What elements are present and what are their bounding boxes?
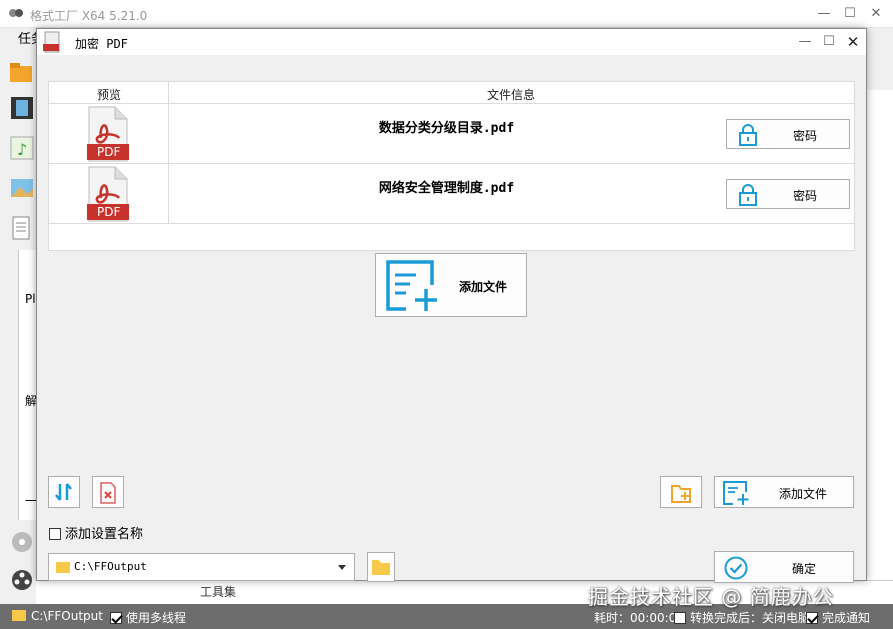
sort-button[interactable] — [48, 476, 80, 508]
output-path-select[interactable]: C:\FFOutput — [48, 553, 355, 581]
add-file-big-button[interactable]: 添加文件 — [375, 253, 527, 317]
add-file-button[interactable]: 添加文件 — [714, 476, 854, 508]
app-title: 格式工厂 X64 5.21.0 — [30, 9, 148, 23]
pdf-icon — [43, 31, 60, 53]
add-folder-button[interactable] — [660, 476, 702, 508]
folder-icon — [56, 562, 70, 573]
dialog-close-button[interactable]: ✕ — [841, 33, 865, 51]
add-file-icon — [386, 260, 437, 311]
add-file-icon — [723, 481, 749, 505]
table-header: 预览 文件信息 — [49, 82, 854, 104]
shutdown-checkbox[interactable]: 转换完成后：关闭电脑 — [674, 609, 810, 626]
main-maximize-button[interactable]: ☐ — [838, 5, 862, 23]
dialog-title: 加密 PDF — [75, 37, 128, 51]
folder-icon[interactable] — [8, 58, 36, 86]
table-row[interactable]: PDF 网络安全管理制度.pdf 密码 — [49, 164, 854, 224]
dialog-minimize-button[interactable]: — — [793, 33, 817, 51]
image-icon[interactable] — [8, 174, 36, 202]
dialog-title-bar: 加密 PDF — ☐ ✕ — [37, 29, 866, 55]
svg-text:♪: ♪ — [17, 140, 27, 159]
delete-file-icon — [100, 482, 116, 504]
add-folder-icon — [671, 485, 691, 503]
notify-checkbox[interactable]: 完成通知 — [806, 609, 870, 626]
sort-arrows-icon — [55, 483, 72, 501]
pdf-badge: PDF — [97, 205, 121, 219]
column-file-info: 文件信息 — [487, 88, 536, 102]
lock-icon — [739, 124, 757, 146]
main-close-button[interactable]: ✕ — [864, 5, 888, 23]
folder-icon — [372, 560, 390, 575]
ok-button[interactable]: 确定 — [714, 551, 854, 583]
encrypt-pdf-dialog: 加密 PDF — ☐ ✕ 预览 文件信息 PDF 数据分类分级目录.pdf 密码 — [36, 28, 867, 583]
lock-icon — [739, 184, 757, 206]
music-icon[interactable]: ♪ — [8, 134, 36, 162]
watermark: 掘金技术社区 @ 简鹿办公 — [588, 585, 834, 609]
column-preview: 预览 — [97, 88, 122, 102]
side-letter: Pl — [25, 292, 36, 306]
dialog-maximize-button[interactable]: ☐ — [817, 33, 841, 51]
film-reel-icon[interactable] — [8, 566, 36, 594]
password-button[interactable]: 密码 — [726, 119, 850, 149]
video-icon[interactable] — [8, 94, 36, 122]
add-setting-name-checkbox[interactable]: 添加设置名称 — [49, 523, 143, 542]
dialog-body: 预览 文件信息 PDF 数据分类分级目录.pdf 密码 PDF 网络安全管理制度… — [37, 55, 866, 583]
file-name: 数据分类分级目录.pdf — [378, 121, 515, 136]
toolset-tab[interactable]: 工具集 — [200, 583, 236, 600]
file-table: 预览 文件信息 PDF 数据分类分级目录.pdf 密码 PDF 网络安全管理制度… — [48, 81, 855, 251]
check-circle-icon — [724, 556, 748, 580]
app-logo-icon — [9, 9, 23, 17]
main-title-bar: 格式工厂 X64 5.21.0 — ☐ ✕ — [0, 0, 893, 28]
chevron-down-icon — [338, 565, 346, 570]
status-path[interactable]: C:\FFOutput — [12, 609, 103, 623]
remove-file-button[interactable] — [92, 476, 124, 508]
file-name: 网络安全管理制度.pdf — [378, 181, 515, 196]
multithread-checkbox[interactable]: 使用多线程 — [110, 609, 186, 626]
table-row[interactable]: PDF 数据分类分级目录.pdf 密码 — [49, 104, 854, 164]
document-icon[interactable] — [8, 214, 36, 242]
disc-icon[interactable] — [8, 528, 36, 556]
left-function-strip: Pl 解 一 — [18, 250, 37, 520]
folder-icon — [12, 610, 26, 621]
pdf-badge: PDF — [97, 145, 121, 159]
browse-folder-button[interactable] — [367, 552, 395, 582]
elapsed-time: 耗时：00:00:03 — [594, 611, 684, 625]
password-button[interactable]: 密码 — [726, 179, 850, 209]
main-minimize-button[interactable]: — — [812, 5, 836, 23]
